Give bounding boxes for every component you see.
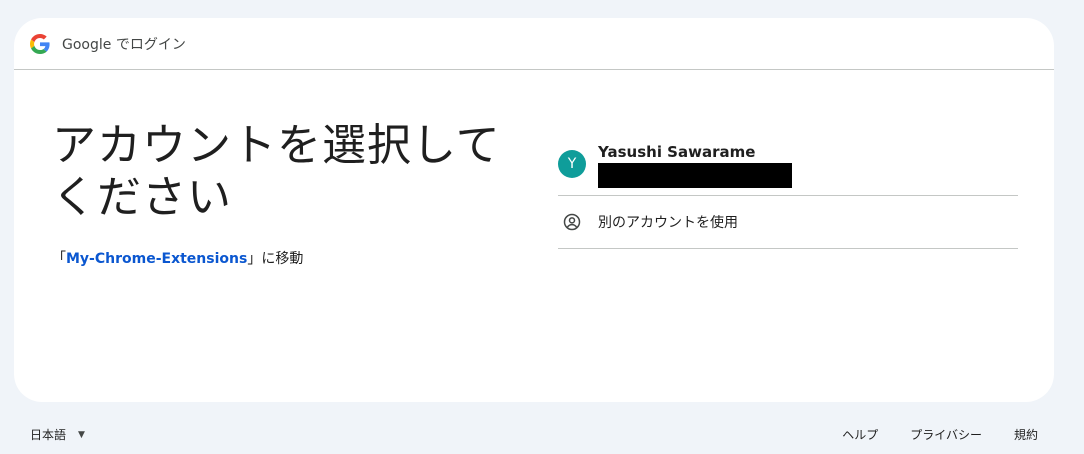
app-name-link[interactable]: My-Chrome-Extensions [66, 251, 247, 267]
avatar: Y [558, 150, 586, 178]
account-details: Yasushi Sawarame [598, 142, 792, 188]
terms-link[interactable]: 規約 [1014, 426, 1038, 443]
page-title: アカウントを選択して ください [52, 120, 522, 224]
divider [558, 248, 1018, 249]
language-selector[interactable]: 日本語 ▼ [30, 426, 85, 443]
person-circle-icon [563, 213, 581, 231]
account-name: Yasushi Sawarame [598, 143, 756, 161]
language-label: 日本語 [30, 428, 67, 442]
continue-suffix: 」に移動 [247, 251, 304, 267]
page-title-line1: アカウントを選択して [52, 120, 501, 171]
footer: 日本語 ▼ ヘルプ プライバシー 規約 [0, 422, 1084, 446]
redacted-email [598, 163, 792, 188]
page-title-line2: ください [52, 172, 232, 223]
footer-links: ヘルプ プライバシー 規約 [810, 426, 1038, 443]
use-another-account-button[interactable]: 別のアカウントを使用 [558, 196, 1018, 248]
use-another-account-label: 別のアカウントを使用 [598, 215, 738, 231]
signin-card: Google でログイン アカウントを選択して ください 「My-Chrome-… [14, 18, 1054, 402]
left-column: アカウントを選択して ください 「My-Chrome-Extensions」に移… [52, 120, 522, 268]
privacy-link[interactable]: プライバシー [910, 426, 982, 443]
continue-prefix: 「 [52, 251, 66, 267]
account-chooser: Y Yasushi Sawarame 別のアカウントを使用 [558, 138, 1018, 249]
google-g-icon [30, 33, 50, 54]
account-item[interactable]: Y Yasushi Sawarame [558, 138, 1018, 195]
card-header: Google でログイン [14, 18, 1054, 70]
help-link[interactable]: ヘルプ [842, 426, 878, 443]
continue-to-text: 「My-Chrome-Extensions」に移動 [52, 248, 522, 268]
header-title: Google でログイン [62, 36, 186, 53]
caret-down-icon: ▼ [78, 429, 85, 440]
